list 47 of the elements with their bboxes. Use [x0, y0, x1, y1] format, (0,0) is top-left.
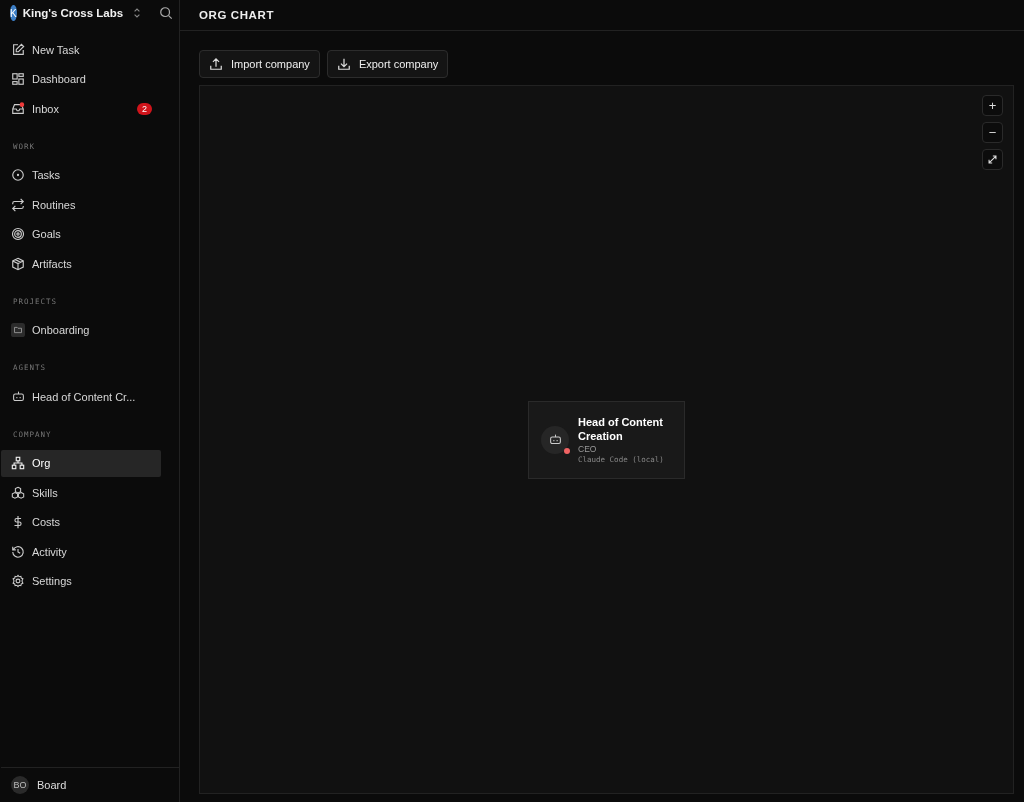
box-icon — [11, 256, 25, 271]
org-chart-icon — [11, 456, 25, 470]
company-logo[interactable]: K — [10, 5, 17, 21]
circle-dot-icon — [11, 168, 25, 182]
search-icon[interactable] — [159, 6, 174, 20]
page-title: ORG CHART — [199, 9, 275, 21]
nav-item[interactable]: Head of Content Cr... — [1, 383, 161, 410]
fit-view-button[interactable] — [982, 149, 1003, 170]
repeat-icon — [11, 197, 25, 212]
edit-icon — [11, 42, 25, 57]
nav-item[interactable]: Dashboard — [1, 65, 161, 93]
zoom-button[interactable]: − — [982, 122, 1003, 143]
robot-icon — [548, 433, 562, 446]
user-name[interactable]: Board — [37, 779, 67, 791]
agent-role: CEO — [578, 444, 598, 454]
nav-item[interactable]: Org — [1, 449, 161, 477]
folder-icon — [11, 323, 25, 337]
unread-badge: 2 — [137, 102, 152, 115]
nav-item[interactable]: Artifacts — [1, 250, 161, 277]
nav-item[interactable]: Activity — [1, 538, 161, 565]
company-name[interactable]: King's Cross Labs — [22, 7, 124, 19]
nav-item[interactable]: Costs — [1, 508, 161, 536]
zoom-button[interactable]: + — [982, 95, 1003, 116]
nav-item[interactable]: New Task — [1, 36, 161, 63]
user-avatar[interactable]: BO — [11, 776, 29, 794]
inbox-icon — [11, 101, 25, 116]
nav-item[interactable]: Tasks — [1, 161, 161, 189]
chevron-updown-icon[interactable] — [133, 7, 142, 19]
dollar-icon — [11, 515, 25, 529]
nav-item[interactable]: Onboarding — [1, 316, 161, 344]
expand-icon — [987, 154, 998, 165]
nav-item[interactable]: Routines — [1, 191, 161, 218]
cubes-icon — [11, 485, 25, 500]
robot-icon — [11, 390, 25, 403]
agent-name: Head of Content Creation — [578, 415, 664, 443]
settings-icon — [11, 574, 25, 588]
dashboard-icon — [11, 72, 25, 86]
upload-icon — [209, 57, 223, 71]
nav-item[interactable]: Settings — [1, 567, 161, 595]
nav-item[interactable]: Goals — [1, 220, 161, 248]
target-icon — [11, 227, 25, 241]
download-icon — [336, 57, 351, 71]
history-icon — [11, 544, 25, 559]
nav-item[interactable]: Skills — [1, 479, 161, 506]
action-button[interactable]: Export company — [326, 50, 449, 78]
action-button[interactable]: Import company — [199, 50, 320, 78]
nav-item[interactable]: Inbox 2 — [1, 95, 161, 122]
